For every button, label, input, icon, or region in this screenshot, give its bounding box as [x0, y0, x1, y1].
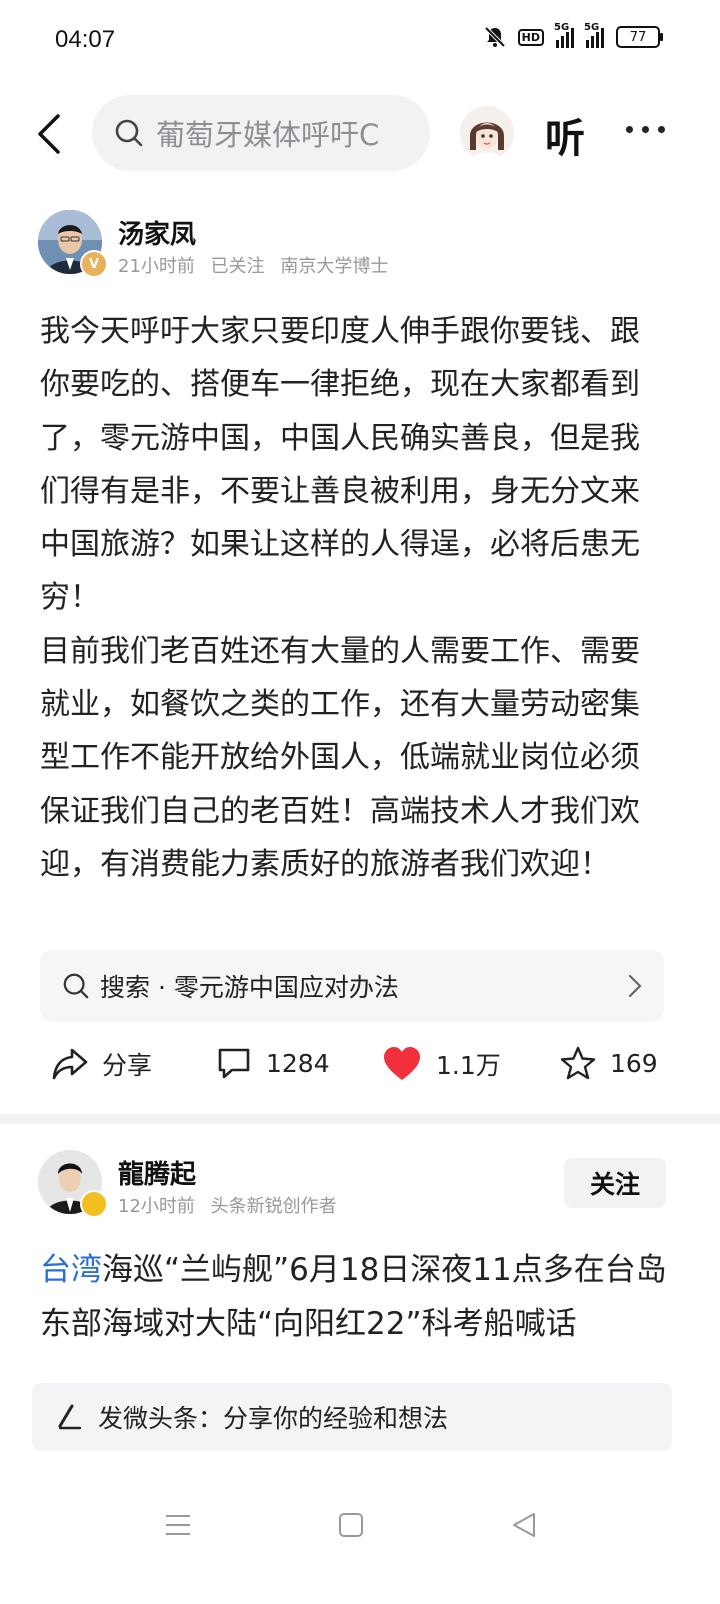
author2-meta: 12小时前 头条新锐创作者	[118, 1192, 347, 1218]
topic-link[interactable]: 台湾	[40, 1252, 102, 1288]
signal-sim1-icon: 5G	[554, 22, 574, 48]
author-name[interactable]: 汤家凤	[118, 214, 196, 251]
status-bar: 04:07 HD 5G 5G 77	[0, 0, 720, 84]
search-icon	[63, 973, 89, 999]
comment-bubble-icon	[218, 1048, 250, 1079]
battery-icon: 77	[616, 26, 663, 48]
back-arrow-icon[interactable]	[32, 112, 72, 156]
favorite-count: 169	[610, 1048, 658, 1078]
back-triangle-icon[interactable]	[510, 1510, 538, 1540]
creator-badge-icon	[80, 1190, 108, 1218]
search-icon	[115, 119, 143, 147]
post-paragraph: 我今天呼吁大家只要印度人伸手跟你要钱、跟你要吃的、搭便车一律拒绝，现在大家都看到…	[40, 314, 640, 616]
author2-title: 头条新锐创作者	[210, 1196, 337, 1217]
share-label: 分享	[102, 1051, 153, 1080]
signal-sim2-icon: 5G	[584, 22, 604, 48]
status-time: 04:07	[55, 26, 116, 53]
share-button[interactable]: 分享	[52, 1046, 152, 1082]
post-paragraph: 目前我们老百姓还有大量的人需要工作、需要就业，如餐饮之类的工作，还有大量劳动密集…	[40, 633, 640, 882]
post-action-bar: 分享 1284 1.1万 169	[0, 1036, 720, 1096]
system-nav-bar	[0, 1500, 720, 1560]
compose-bar[interactable]: 发微头条：分享你的经验和想法	[32, 1383, 672, 1451]
favorite-button[interactable]: 169	[560, 1046, 658, 1080]
pen-icon	[58, 1404, 82, 1430]
author2-name[interactable]: 龍腾起	[118, 1154, 196, 1191]
like-count: 1.1万	[436, 1051, 501, 1080]
author-title: 南京大学博士	[280, 256, 389, 277]
suggestion-text: 搜索 · 零元游中国应对办法	[100, 973, 399, 1002]
top-bar: 葡萄牙媒体呼吁C 听	[0, 92, 720, 174]
menu-recents-icon[interactable]	[164, 1510, 192, 1540]
verified-badge-icon: V	[80, 250, 108, 278]
post2-text: 海巡“兰屿舰”6月18日深夜11点多在台岛东部海域对大陆“向阳红22”科考船喊话	[40, 1252, 667, 1342]
home-square-icon[interactable]	[338, 1510, 364, 1540]
post-body[interactable]: 我今天呼吁大家只要印度人伸手跟你要钱、跟你要吃的、搭便车一律拒绝，现在大家都看到…	[40, 305, 660, 891]
post2-body[interactable]: 台湾海巡“兰屿舰”6月18日深夜11点多在台岛东部海域对大陆“向阳红22”科考船…	[40, 1243, 670, 1351]
chevron-right-icon	[628, 974, 642, 998]
listen-button[interactable]: 听	[545, 106, 585, 164]
star-icon	[560, 1046, 596, 1080]
related-search-suggestion[interactable]: 搜索 · 零元游中国应对办法	[40, 950, 664, 1022]
post-time: 21小时前	[118, 256, 195, 277]
follow-status: 已关注	[210, 256, 265, 277]
hd-voice-icon: HD	[517, 28, 544, 46]
heart-filled-icon	[384, 1047, 420, 1080]
comment-count: 1284	[266, 1048, 330, 1078]
status-icons: HD 5G 5G 77	[484, 22, 663, 48]
post2-time: 12小时前	[118, 1196, 195, 1217]
share-arrow-icon	[52, 1048, 88, 1080]
search-query-text: 葡萄牙媒体呼吁C	[156, 118, 380, 152]
post2-author: 龍腾起 12小时前 头条新锐创作者 关注	[38, 1150, 678, 1220]
comment-button[interactable]: 1284	[216, 1046, 330, 1080]
compose-placeholder: 发微头条：分享你的经验和想法	[98, 1404, 449, 1433]
post-author: V 汤家凤 21小时前 已关注 南京大学博士	[38, 210, 678, 280]
assistant-girl-icon	[460, 106, 514, 160]
follow-button[interactable]: 关注	[564, 1158, 666, 1208]
like-button[interactable]: 1.1万	[382, 1046, 501, 1082]
search-input[interactable]: 葡萄牙媒体呼吁C	[92, 95, 430, 171]
feed-divider	[0, 1114, 720, 1124]
author-meta: 21小时前 已关注 南京大学博士	[118, 252, 398, 278]
more-options-icon[interactable]	[626, 126, 665, 133]
assistant-avatar[interactable]	[460, 106, 514, 160]
mute-bell-icon	[484, 26, 506, 48]
